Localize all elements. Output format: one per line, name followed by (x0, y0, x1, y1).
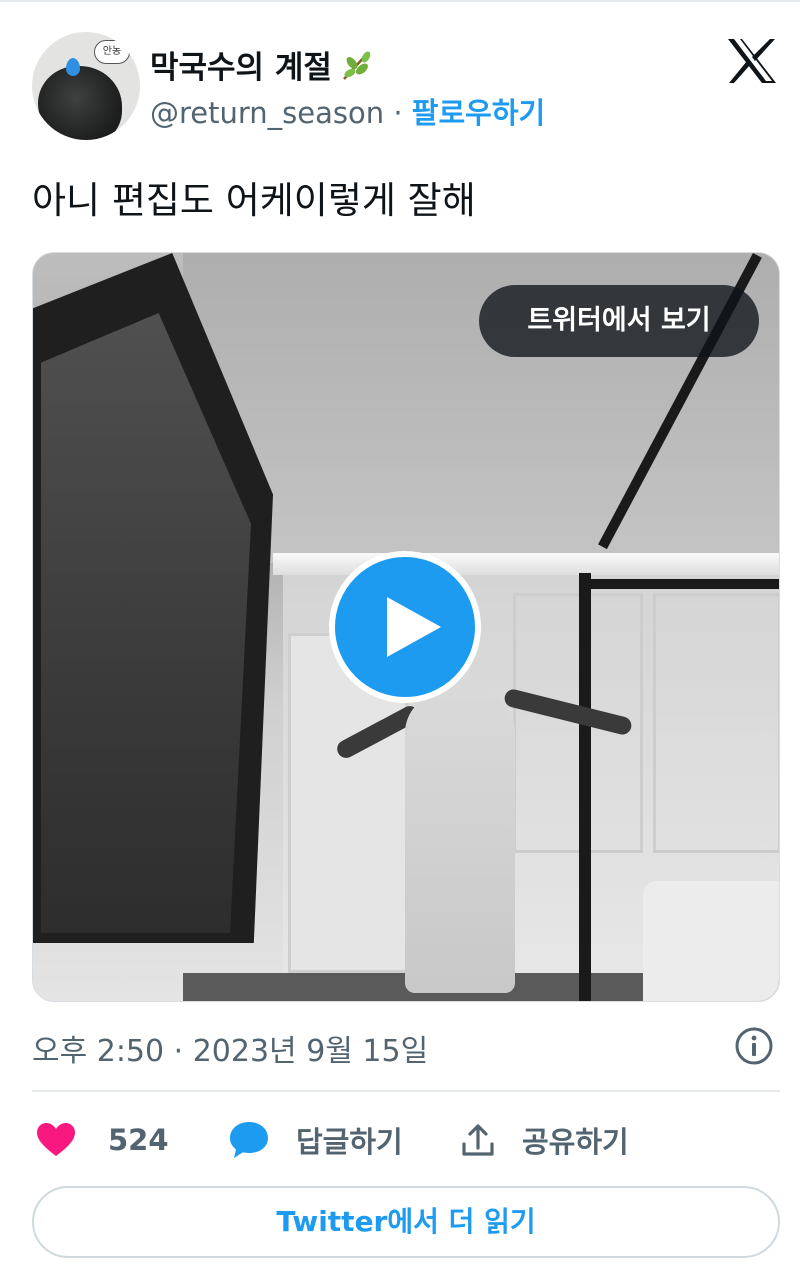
video-frame-light (273, 553, 779, 575)
info-icon[interactable] (734, 1026, 774, 1066)
heart-icon (37, 1123, 75, 1156)
tweet-text: 아니 편집도 어케이렇게 잘해 (32, 179, 476, 222)
avatar-creature (38, 66, 122, 140)
user-handle[interactable]: @return_season (150, 96, 384, 130)
view-on-twitter-button[interactable]: 트위터에서 보기 (479, 285, 759, 357)
x-logo-icon[interactable] (726, 38, 778, 84)
play-icon (387, 597, 441, 657)
play-button[interactable] (329, 551, 481, 703)
avatar[interactable]: 안농 (32, 32, 140, 140)
video-frame-bar (579, 579, 779, 589)
separator-dot: · (393, 96, 403, 130)
read-more-button[interactable]: Twitter에서 더 읽기 (32, 1186, 780, 1258)
video-frame-pole (579, 573, 591, 1001)
avatar-speech-bubble: 안농 (94, 40, 130, 64)
share-button[interactable]: 공유하기 (460, 1114, 629, 1166)
leaf-branch-icon (340, 49, 374, 91)
like-count: 524 (108, 1123, 169, 1157)
video-player[interactable]: 트위터에서 보기 (32, 252, 780, 1002)
action-bar: 524 답글하기 공유하기 (32, 1114, 780, 1166)
like-button[interactable]: 524 (36, 1114, 169, 1166)
reply-button[interactable]: 답글하기 (228, 1114, 403, 1166)
video-frame-person (405, 693, 515, 993)
sweat-drop-icon (66, 58, 80, 76)
tweet-timestamp[interactable]: 오후 2:50 · 2023년 9월 15일 (32, 1026, 428, 1070)
tweet-card: 안농 막국수의 계절 @return_season · 팔로우하기 아니 편집도… (0, 0, 800, 1271)
follow-button[interactable]: 팔로우하기 (412, 96, 545, 130)
video-frame-panel (653, 593, 779, 853)
share-upload-icon (462, 1124, 494, 1156)
display-name-text: 막국수의 계절 (150, 50, 332, 86)
share-label: 공유하기 (522, 1125, 629, 1159)
video-frame-bed (643, 881, 779, 1001)
reply-label: 답글하기 (296, 1125, 403, 1159)
display-name[interactable]: 막국수의 계절 (150, 42, 374, 91)
handle-row: @return_season · 팔로우하기 (150, 90, 545, 132)
speech-bubble-icon (230, 1122, 268, 1158)
divider (32, 1090, 780, 1092)
